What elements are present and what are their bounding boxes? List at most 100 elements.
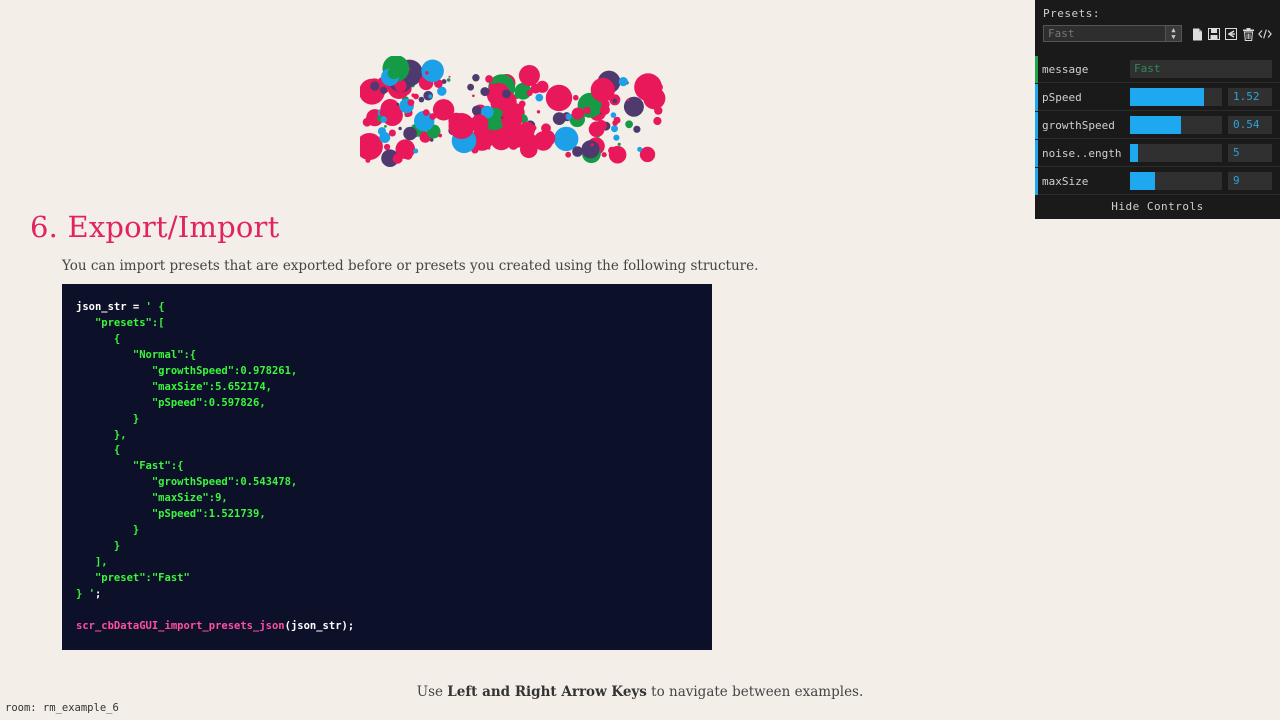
slider-track[interactable]: [1130, 172, 1222, 190]
slider-track[interactable]: [1130, 116, 1222, 134]
navigation-hint: Use Left and Right Arrow Keys to navigat…: [0, 684, 1280, 700]
gui-panel: Presets: Fast ▲ ▼ message Fast pSpeed 1.52 gr…: [1035, 0, 1280, 219]
code-token: {: [76, 332, 121, 345]
blob-particle: [612, 98, 618, 104]
delete-icon[interactable]: [1241, 25, 1255, 43]
slider-track[interactable]: [1130, 88, 1222, 106]
code-token: ' {: [145, 301, 165, 313]
blob-particle: [446, 78, 451, 82]
code-token: }: [76, 540, 121, 553]
blob-particle: [501, 116, 504, 119]
code-token: ],: [76, 556, 108, 568]
blob-particle: [472, 74, 480, 82]
blob-particle: [617, 142, 621, 146]
blob-particle: [421, 59, 444, 83]
blob-particle: [403, 151, 413, 160]
hint-keys: Left and Right Arrow Keys: [447, 684, 647, 700]
number-input[interactable]: 1.52: [1228, 88, 1272, 106]
slider-fill: [1130, 116, 1181, 134]
number-input[interactable]: 0.54: [1228, 116, 1272, 134]
blob-particle: [536, 110, 541, 114]
blob-particle: [601, 100, 610, 109]
code-line: scr_cbDataGUI_import_presets_json(json_s…: [76, 619, 712, 635]
code-export-icon[interactable]: [1258, 25, 1272, 43]
row-accent-stripe: [1035, 56, 1038, 83]
blob-particle: [372, 140, 380, 148]
blob-particle: [633, 125, 641, 133]
blob-particle: [380, 116, 387, 123]
hide-controls-button[interactable]: Hide Controls: [1035, 198, 1280, 219]
save-icon[interactable]: [1207, 25, 1221, 43]
blob-particle: [565, 151, 572, 158]
blob-particle: [388, 129, 396, 137]
blob-particle: [470, 114, 489, 133]
blob-particle: [502, 89, 511, 99]
hint-suffix: to navigate between examples.: [646, 684, 864, 700]
blob-particle: [608, 145, 627, 164]
blob-particle: [431, 70, 438, 78]
new-file-icon[interactable]: [1190, 25, 1204, 43]
blob-particle: [590, 77, 615, 102]
code-line: json_str = ' {: [76, 300, 712, 316]
blob-particle: [637, 146, 643, 152]
number-input[interactable]: 9: [1228, 172, 1272, 190]
blob-particle: [653, 116, 662, 126]
blob-particle: [526, 89, 533, 96]
blob-particle: [524, 133, 537, 145]
blob-particle: [428, 94, 433, 99]
gui-row-pSpeed: pSpeed 1.52: [1035, 84, 1280, 111]
preset-select[interactable]: Fast: [1043, 25, 1182, 42]
code-token: }: [76, 412, 140, 425]
import-icon[interactable]: [1224, 25, 1238, 43]
section-title: 6. Export/Import: [30, 210, 280, 244]
blob-particle: [365, 157, 371, 163]
slider-track[interactable]: [1130, 144, 1222, 162]
row-accent-stripe: [1035, 168, 1038, 195]
blob-particle: [418, 96, 425, 103]
code-token: ;: [94, 587, 102, 600]
blob-particle: [485, 75, 493, 83]
code-token: "Normal":{: [76, 348, 197, 361]
blob-particle: [384, 125, 387, 128]
code-function-token: scr_cbDataGUI_import_presets_json: [76, 619, 285, 632]
number-input[interactable]: 5: [1228, 144, 1272, 162]
code-line: "preset":"Fast": [76, 571, 712, 587]
blob-particle: [625, 120, 633, 129]
blob-particle: [595, 120, 607, 131]
blob-particle: [392, 153, 403, 164]
control-label: noise..ength: [1042, 147, 1122, 160]
control-label: growthSpeed: [1042, 119, 1115, 132]
blob-particle: [634, 73, 662, 102]
blob-art-canvas: [360, 56, 666, 167]
slider-fill: [1130, 144, 1139, 162]
blob-particle: [545, 84, 573, 112]
blob-particle: [411, 93, 415, 97]
code-line: "Fast":{: [76, 459, 712, 475]
code-line: }: [76, 523, 712, 539]
code-line: {: [76, 332, 712, 348]
blob-particle: [465, 115, 471, 122]
code-line: "Normal":{: [76, 348, 712, 364]
gui-row-growthSpeed: growthSpeed 0.54: [1035, 112, 1280, 139]
blob-particle: [380, 86, 387, 94]
code-token: "growthSpeed":0.543478,: [76, 476, 298, 489]
blob-particle: [379, 109, 386, 117]
code-line: "pSpeed":1.521739,: [76, 507, 712, 523]
blob-particle: [413, 148, 419, 154]
message-input[interactable]: Fast: [1130, 60, 1272, 78]
code-line: "growthSpeed":0.978261,: [76, 364, 712, 380]
slider-fill: [1130, 172, 1155, 190]
blob-particle: [583, 106, 591, 115]
code-token: "maxSize":9,: [76, 492, 228, 505]
code-token: },: [76, 428, 127, 441]
code-line: "maxSize":5.652174,: [76, 380, 712, 396]
blob-particle: [448, 75, 451, 78]
preset-select-arrow-icon[interactable]: ▲ ▼: [1165, 25, 1182, 42]
code-token: json_str =: [76, 301, 146, 313]
code-token: "growthSpeed":0.978261,: [76, 364, 298, 377]
blob-particle: [471, 105, 482, 116]
code-token: "Fast":{: [76, 460, 184, 473]
blob-particle: [572, 146, 583, 157]
blob-particle: [422, 109, 430, 116]
